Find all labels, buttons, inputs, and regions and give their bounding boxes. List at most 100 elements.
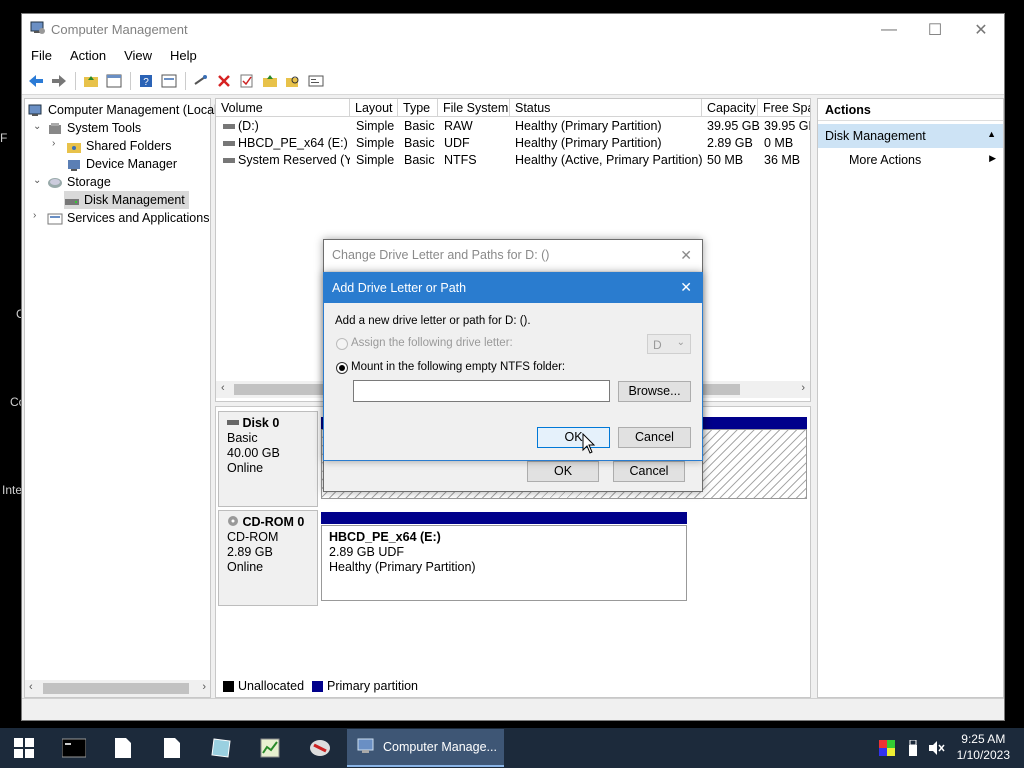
minimize-button[interactable]: —: [866, 14, 912, 45]
forward-icon[interactable]: [48, 70, 69, 91]
toolbar-separator: [75, 71, 76, 90]
up-folder-icon[interactable]: [80, 70, 101, 91]
close-icon[interactable]: ✕: [680, 247, 692, 264]
taskbar: Computer Manage... 9:25 AM 1/10/2023: [0, 728, 1024, 768]
cdrom-0-partition-e[interactable]: HBCD_PE_x64 (E:) 2.89 GB UDF Healthy (Pr…: [321, 525, 687, 601]
legend-unallocated: Unallocated: [238, 679, 305, 693]
check-icon[interactable]: [236, 70, 257, 91]
start-windows-icon[interactable]: [8, 732, 40, 764]
column-header-type[interactable]: Type: [398, 99, 438, 117]
tree-item-disk-management[interactable]: Disk Management: [64, 191, 189, 209]
partition-size: 2.89 GB UDF: [329, 545, 405, 559]
volume-icon: [223, 141, 235, 146]
help-icon[interactable]: ?: [135, 70, 156, 91]
cell-type: Basic: [404, 119, 435, 133]
assign-letter-radio[interactable]: [336, 338, 348, 350]
title-bar[interactable]: Computer Management — ☐ ✕: [22, 14, 1004, 45]
scroll-right-icon[interactable]: ›: [801, 382, 805, 394]
primary-partition-swatch: [312, 680, 324, 692]
partition-label: HBCD_PE_x64 (E:): [329, 530, 441, 544]
tree-item-services[interactable]: Services and Applications: [47, 209, 209, 227]
chevron-right-icon[interactable]: ›: [33, 210, 36, 221]
more-actions-item[interactable]: More Actions ▶: [818, 148, 1003, 170]
mount-path-input[interactable]: [353, 380, 610, 402]
cell-status: Healthy (Primary Partition): [515, 119, 662, 133]
ok-button[interactable]: OK: [537, 427, 610, 448]
cdrom-icon: [228, 516, 238, 526]
column-header-volume[interactable]: Volume: [216, 99, 350, 117]
terminal-icon[interactable]: [58, 732, 90, 764]
collapse-up-icon[interactable]: ▲: [987, 129, 996, 139]
column-header-capacity[interactable]: Capacity: [702, 99, 758, 117]
menu-file[interactable]: File: [22, 45, 61, 67]
cdrom-0-info[interactable]: CD-ROM 0 CD-ROM 2.89 GB Online: [218, 510, 318, 606]
desktop-text: F: [0, 131, 8, 145]
drive-letter-select[interactable]: D ⌄: [647, 334, 691, 354]
volume-muted-icon[interactable]: [924, 732, 950, 764]
scroll-left-icon[interactable]: ‹: [221, 382, 225, 394]
show-hide-tree-icon[interactable]: [103, 70, 124, 91]
section-label: Disk Management: [825, 129, 926, 143]
document-icon[interactable]: [107, 732, 139, 764]
disk-0-info[interactable]: Disk 0 Basic 40.00 GB Online: [218, 411, 318, 507]
menu-action[interactable]: Action: [61, 45, 115, 67]
dialog-title-bar[interactable]: Add Drive Letter or Path ✕: [324, 273, 702, 303]
cell-layout: Simple: [356, 119, 395, 133]
cell-type: Basic: [404, 153, 435, 167]
menu-view[interactable]: View: [115, 45, 161, 67]
dialog-title: Add Drive Letter or Path: [332, 281, 467, 295]
close-icon[interactable]: ✕: [680, 279, 692, 296]
search-folder-icon[interactable]: [282, 70, 303, 91]
tree-item-device-manager[interactable]: Device Manager: [66, 155, 177, 173]
document-icon[interactable]: [156, 732, 188, 764]
legend-primary: Primary partition: [327, 679, 419, 693]
chevron-down-icon: ⌄: [676, 337, 685, 348]
tree-horizontal-scrollbar[interactable]: ‹ ›: [25, 680, 210, 697]
disk-type: CD-ROM: [227, 530, 279, 544]
tree-item-system-tools[interactable]: System Tools: [47, 119, 141, 137]
tools-icon: [49, 122, 61, 134]
disk-tool-icon[interactable]: [304, 732, 336, 764]
task-manager-icon[interactable]: [254, 732, 286, 764]
chevron-down-icon[interactable]: ⌄: [33, 121, 41, 132]
cancel-button[interactable]: Cancel: [613, 461, 685, 482]
mount-folder-radio[interactable]: [336, 362, 348, 374]
tree-item-storage[interactable]: Storage: [47, 173, 111, 191]
column-header-layout[interactable]: Layout: [350, 99, 398, 117]
scrollbar-thumb[interactable]: [43, 683, 189, 694]
notepad-icon[interactable]: [205, 732, 237, 764]
column-header-status[interactable]: Status: [510, 99, 702, 117]
chevron-down-icon[interactable]: ⌄: [33, 175, 41, 186]
folder-icon[interactable]: [259, 70, 280, 91]
back-icon[interactable]: [25, 70, 46, 91]
tree-item-shared-folders[interactable]: Shared Folders: [66, 137, 171, 155]
connect-icon[interactable]: [190, 70, 211, 91]
chevron-right-icon[interactable]: ›: [52, 138, 55, 149]
system-clock[interactable]: 9:25 AM 1/10/2023: [957, 731, 1010, 763]
close-button[interactable]: ✕: [958, 14, 1004, 45]
color-tray-icon[interactable]: [874, 732, 900, 764]
column-header-free-space[interactable]: Free Spac: [758, 99, 810, 117]
scroll-right-icon[interactable]: ›: [202, 681, 206, 693]
actions-section-disk-management[interactable]: Disk Management ▲: [818, 124, 1003, 148]
delete-icon[interactable]: [213, 70, 234, 91]
cancel-button[interactable]: Cancel: [618, 427, 691, 448]
ok-button[interactable]: OK: [527, 461, 599, 482]
dialog-title-bar[interactable]: Change Drive Letter and Paths for D: () …: [324, 240, 702, 271]
menu-help[interactable]: Help: [161, 45, 206, 67]
cdrom-0-partition-bar: [321, 512, 687, 524]
disk-size: 2.89 GB: [227, 545, 273, 559]
console-icon[interactable]: [305, 70, 326, 91]
tree-label: Shared Folders: [86, 139, 172, 153]
usb-tray-icon[interactable]: [900, 732, 926, 764]
desktop-text: Inte: [2, 483, 23, 497]
maximize-button[interactable]: ☐: [912, 14, 958, 45]
column-header-file-system[interactable]: File System: [438, 99, 510, 117]
cell-layout: Simple: [356, 153, 395, 167]
properties-icon[interactable]: [158, 70, 179, 91]
scroll-left-icon[interactable]: ‹: [29, 681, 33, 693]
cell-file-system: RAW: [444, 119, 473, 133]
taskbar-computer-management[interactable]: Computer Manage...: [347, 729, 504, 767]
browse-button[interactable]: Browse...: [618, 381, 691, 402]
tree-item-computer-management[interactable]: Computer Management (Local: [28, 101, 217, 119]
